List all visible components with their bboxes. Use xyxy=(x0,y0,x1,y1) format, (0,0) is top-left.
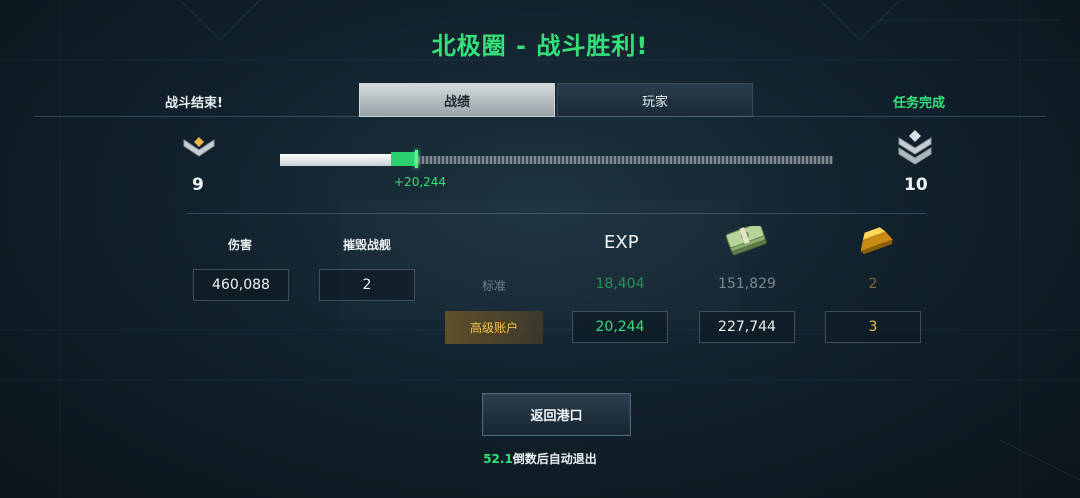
premium-gold-value: 3 xyxy=(825,311,921,343)
exp-label: EXP xyxy=(604,232,639,253)
auto-exit-countdown: 52.1倒数后自动退出 xyxy=(0,450,1080,467)
tab-record[interactable]: 战绩 xyxy=(359,83,555,117)
tab-players[interactable]: 玩家 xyxy=(557,83,753,117)
return-to-port-button[interactable]: 返回港口 xyxy=(482,393,631,436)
current-rank-level: 9 xyxy=(192,175,204,195)
premium-exp-value: 20,244 xyxy=(572,311,668,343)
cash-stack-icon xyxy=(725,222,768,260)
progress-bar-remaining xyxy=(418,156,833,164)
countdown-number: 52.1 xyxy=(483,452,513,466)
battle-ended-label: 战斗结束! xyxy=(165,96,223,111)
next-rank-chevron-icon xyxy=(897,128,933,170)
gold-bar-icon xyxy=(854,226,894,260)
progress-bar-base xyxy=(280,154,391,166)
next-rank-level: 10 xyxy=(904,175,928,195)
destroyed-value-box: 2 xyxy=(319,269,415,301)
standard-label: 标准 xyxy=(481,279,506,293)
header-divider xyxy=(34,116,1046,117)
battle-result-title: 北极圈 - 战斗胜利! xyxy=(431,32,649,60)
countdown-text: 倒数后自动退出 xyxy=(512,452,597,466)
progress-gain-text: +20,244 xyxy=(394,175,447,189)
premium-credits-value: 227,744 xyxy=(699,311,795,343)
standard-credits-value: 151,829 xyxy=(718,276,776,292)
standard-gold-value: 2 xyxy=(868,276,878,292)
rank-chevron-icon xyxy=(182,136,216,164)
damage-label: 伤害 xyxy=(227,238,252,252)
destroyed-label: 摧毁战舰 xyxy=(342,238,391,252)
premium-account-label: 高级账户 xyxy=(445,311,543,344)
stats-divider xyxy=(187,213,926,214)
damage-value-box: 460,088 xyxy=(193,269,289,301)
mission-complete-label: 任务完成 xyxy=(893,96,946,111)
standard-exp-value: 18,404 xyxy=(595,276,645,292)
progress-bar-gain xyxy=(391,152,416,166)
